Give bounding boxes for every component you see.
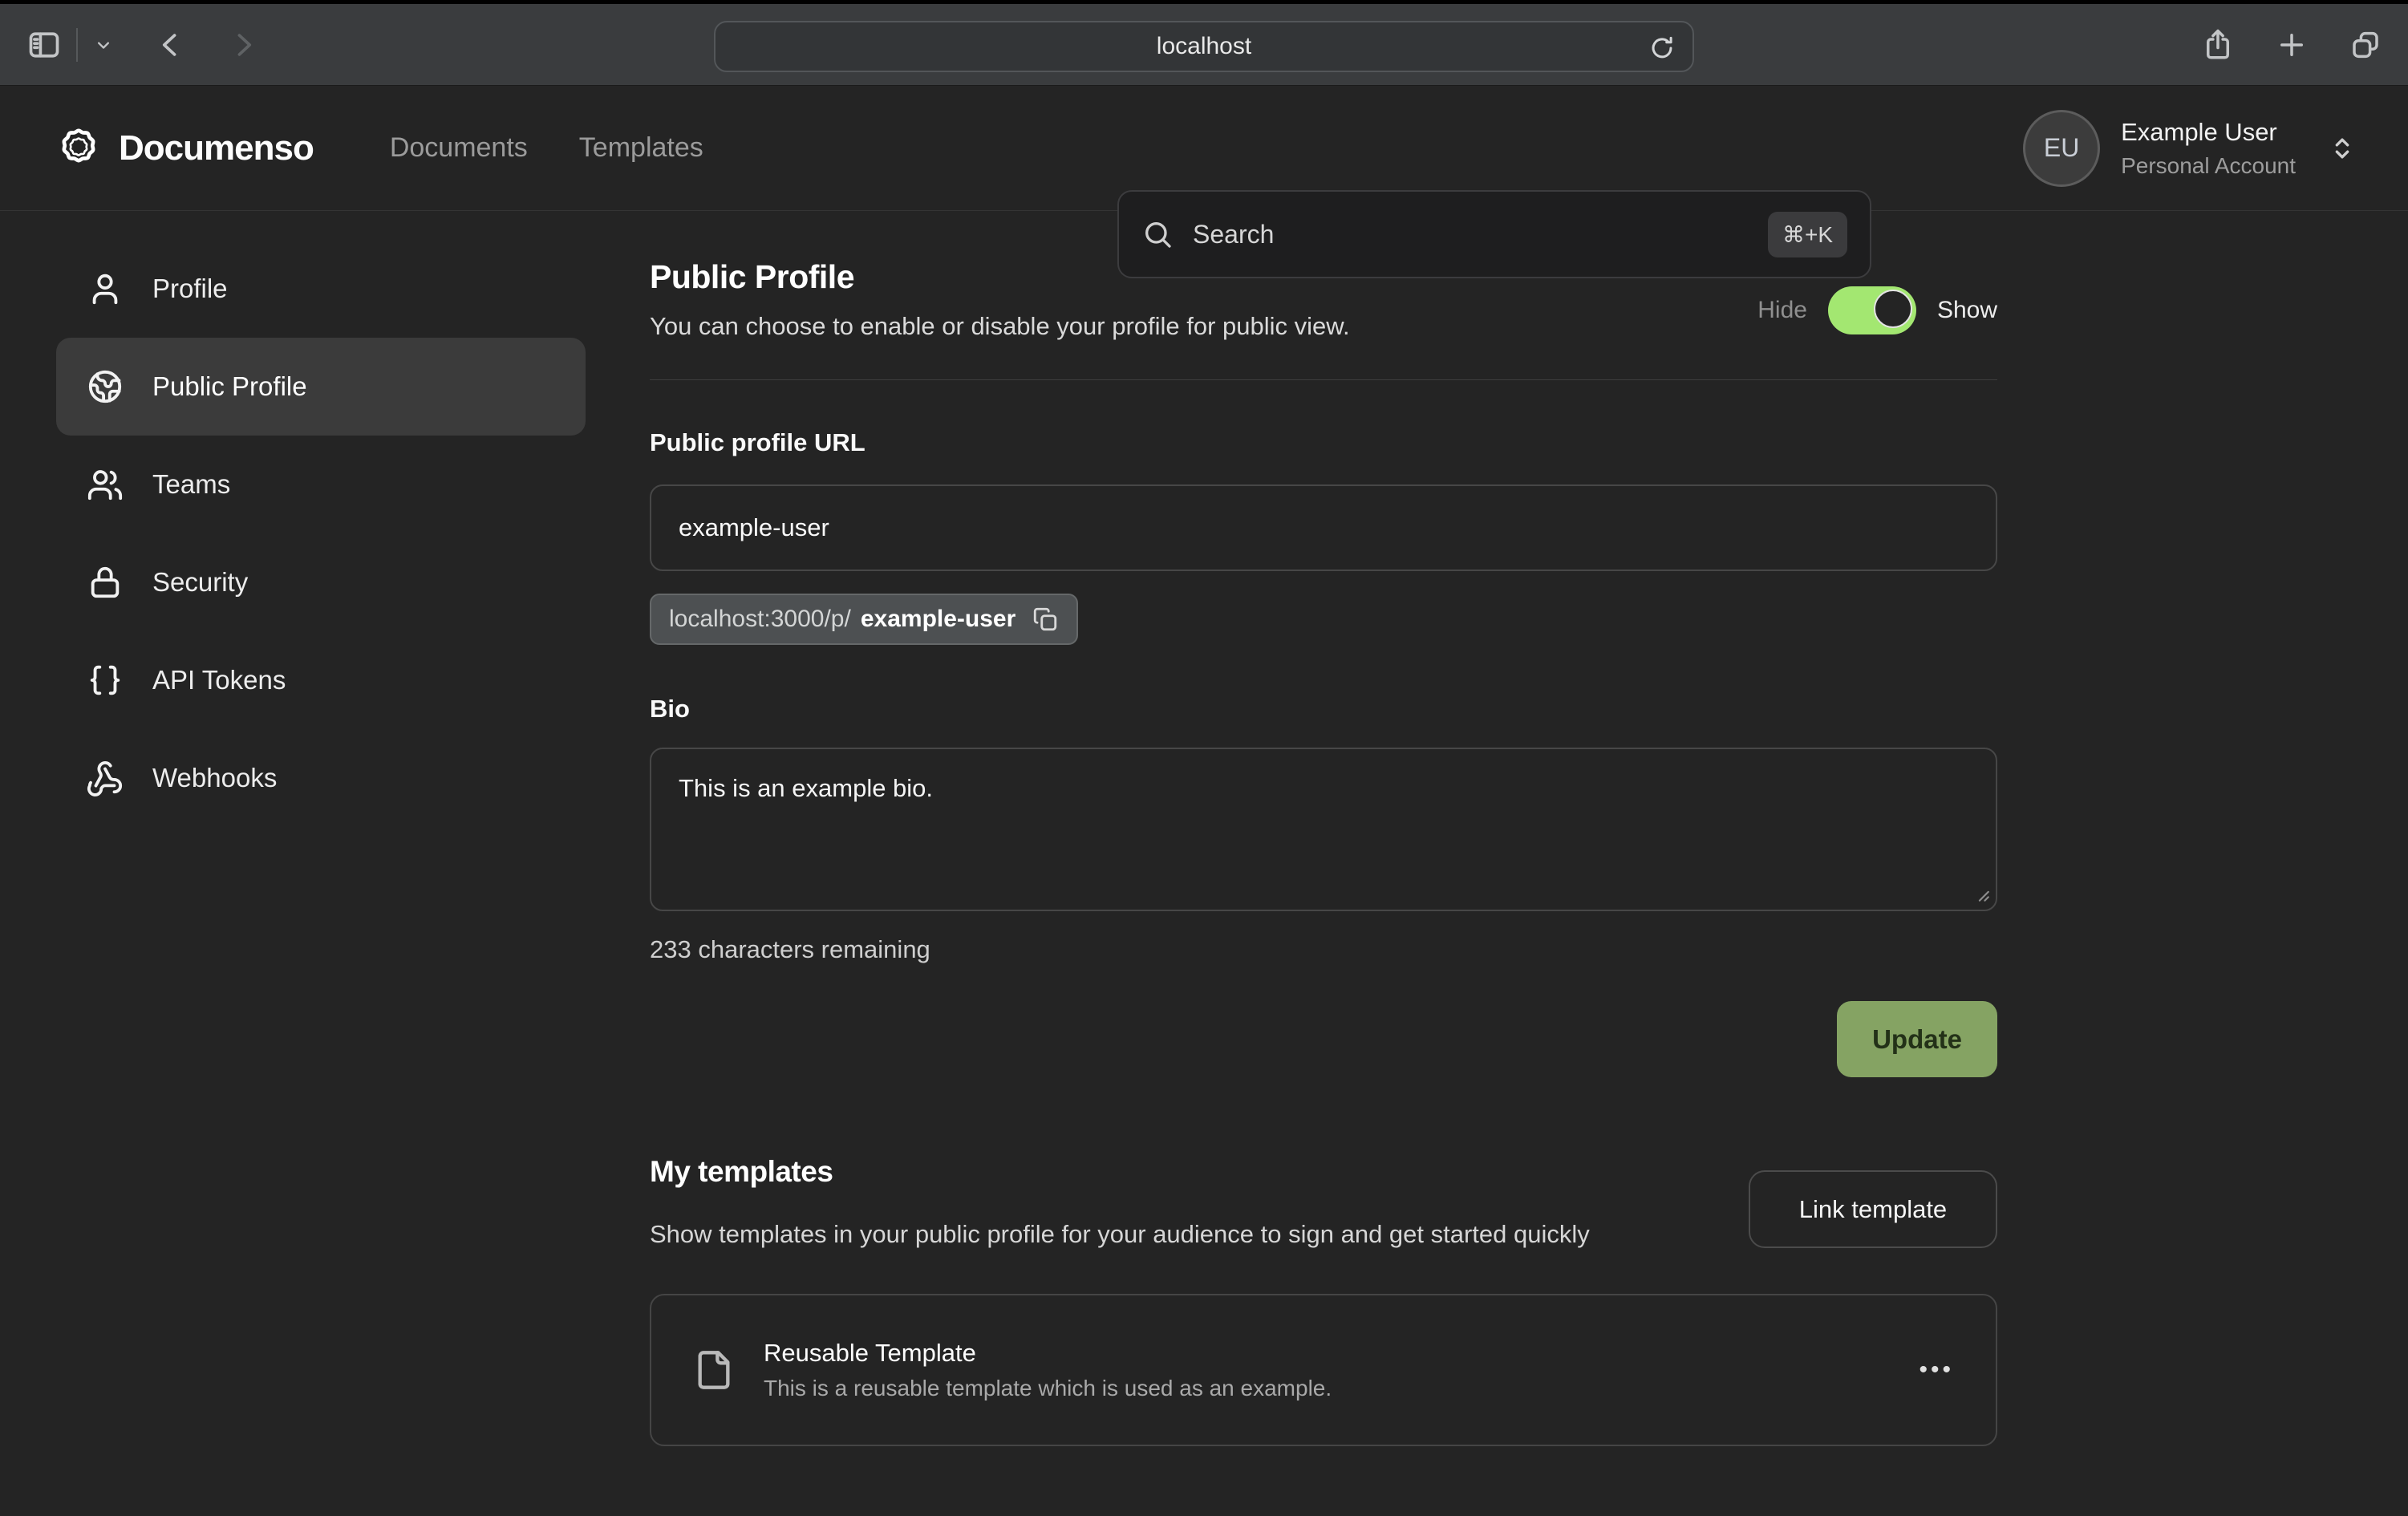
chevron-down-icon[interactable] [92, 34, 115, 56]
address-bar-url: localhost [1157, 33, 1251, 60]
nav-documents[interactable]: Documents [390, 132, 528, 164]
bio-textarea[interactable]: This is an example bio. [650, 748, 1997, 911]
search-placeholder: Search [1193, 220, 1768, 249]
section-divider [650, 379, 1997, 380]
nav-templates[interactable]: Templates [579, 132, 703, 164]
ellipsis-menu-icon[interactable]: ••• [1919, 1356, 1954, 1384]
sidebar-item-label: Public Profile [152, 371, 307, 402]
sidebar-item-label: Security [152, 567, 248, 598]
avatar: EU [2023, 110, 2100, 187]
resize-handle-icon[interactable] [1970, 882, 1991, 903]
browser-chrome: localhost [0, 0, 2408, 86]
top-nav: Documents Templates [390, 132, 703, 164]
refresh-icon[interactable] [1648, 34, 1676, 63]
sidebar-item-label: Profile [152, 274, 228, 304]
sidebar-item-public-profile[interactable]: Public Profile [56, 338, 586, 436]
back-icon[interactable] [153, 27, 189, 63]
update-button[interactable]: Update [1837, 1001, 1997, 1077]
share-icon[interactable] [2201, 28, 2235, 62]
users-icon [87, 466, 124, 503]
sidebar-item-profile[interactable]: Profile [56, 240, 586, 338]
link-template-button[interactable]: Link template [1749, 1170, 1997, 1248]
tab-overview-icon[interactable] [2349, 28, 2382, 62]
search-shortcut-badge: ⌘+K [1768, 212, 1847, 257]
sidebar-item-webhooks[interactable]: Webhooks [56, 729, 586, 827]
user-name: Example User [2121, 118, 2296, 147]
documenso-logo-icon [56, 126, 101, 171]
braces-icon [87, 662, 124, 699]
webhook-icon [87, 760, 124, 797]
sidebar-item-label: API Tokens [152, 665, 286, 695]
sidebar-item-teams[interactable]: Teams [56, 436, 586, 533]
app-header: Documenso Documents Templates Search ⌘+K… [0, 86, 2408, 211]
address-bar[interactable]: localhost [714, 21, 1694, 72]
template-title: Reusable Template [764, 1339, 1919, 1368]
url-preview-prefix: localhost:3000/p/ [669, 606, 851, 633]
forward-icon[interactable] [225, 27, 261, 63]
user-account-type: Personal Account [2121, 153, 2296, 179]
sidebar-item-label: Webhooks [152, 763, 277, 793]
template-description: This is a reusable template which is use… [764, 1376, 1919, 1401]
toggle-hide-label: Hide [1757, 297, 1807, 324]
toggle-knob [1874, 290, 1912, 328]
user-menu[interactable]: EU Example User Personal Account [2023, 86, 2358, 210]
search-icon [1141, 218, 1174, 250]
lock-icon [87, 564, 124, 601]
brand-name: Documenso [119, 128, 314, 168]
search-input[interactable]: Search ⌘+K [1117, 190, 1871, 278]
toggle-show-label: Show [1937, 297, 1997, 324]
profile-url-preview-chip[interactable]: localhost:3000/p/ example-user [650, 594, 1078, 645]
sidebar-item-security[interactable]: Security [56, 533, 586, 631]
bio-field-label: Bio [650, 695, 1997, 724]
my-templates-description: Show templates in your public profile fo… [650, 1214, 1590, 1255]
copy-icon[interactable] [1032, 606, 1059, 633]
settings-sidebar: Profile Public Profile Teams Security AP… [56, 240, 586, 1446]
sidebar-toggle-icon[interactable] [26, 27, 62, 63]
profile-visibility-toggle[interactable] [1828, 286, 1916, 334]
page-subtitle: You can choose to enable or disable your… [650, 310, 1350, 343]
my-templates-title: My templates [650, 1154, 1590, 1190]
globe-icon [87, 368, 124, 405]
template-row: Reusable Template This is a reusable tem… [650, 1294, 1997, 1446]
sidebar-item-api-tokens[interactable]: API Tokens [56, 631, 586, 729]
toolbar-divider [76, 28, 78, 62]
new-tab-icon[interactable] [2275, 28, 2309, 62]
url-preview-slug: example-user [861, 606, 1015, 633]
public-profile-settings: Public Profile You can choose to enable … [650, 240, 1997, 1446]
profile-url-input[interactable] [650, 484, 1997, 571]
chevrons-up-down-icon [2326, 132, 2358, 164]
url-field-label: Public profile URL [650, 428, 1997, 457]
file-icon [693, 1349, 735, 1391]
sidebar-item-label: Teams [152, 469, 230, 500]
characters-remaining: 233 characters remaining [650, 935, 1997, 964]
user-icon [87, 270, 124, 307]
brand-logo[interactable]: Documenso [56, 126, 314, 171]
